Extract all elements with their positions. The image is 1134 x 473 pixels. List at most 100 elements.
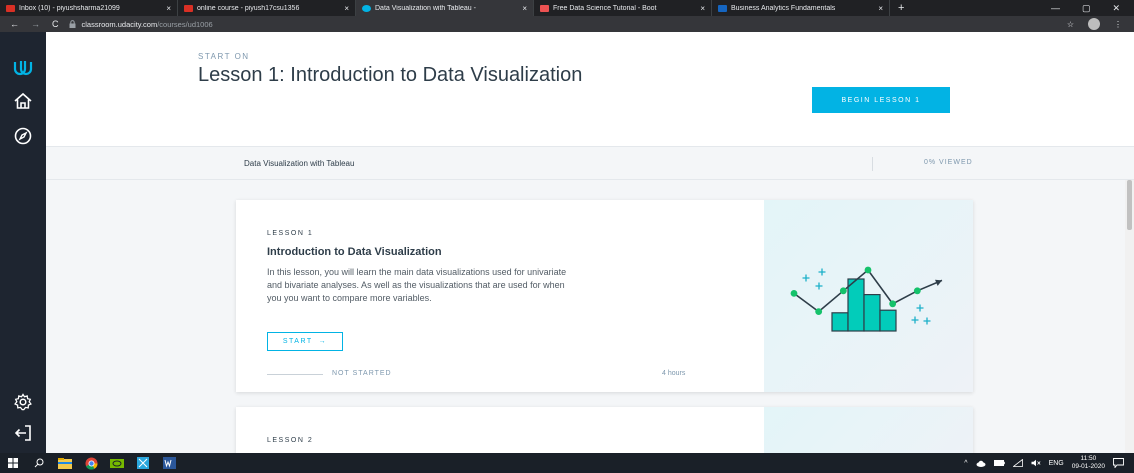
- close-window-button[interactable]: ✕: [1112, 3, 1120, 14]
- sparkle-plus-icon: [911, 316, 919, 324]
- chart-bar: [831, 312, 849, 332]
- lesson-illustration: [764, 200, 973, 392]
- chart-bar: [879, 309, 897, 332]
- windows-taskbar: ^ ENG 11:50 09-01-2020: [0, 453, 1134, 473]
- lesson-illustration: [764, 407, 973, 453]
- lesson-description-line: and bivariate analyses. As well as the v…: [267, 280, 565, 290]
- page-title: Lesson 1: Introduction to Data Visualiza…: [198, 64, 583, 86]
- settings-gear-icon[interactable]: [0, 392, 46, 412]
- gmail-icon: [184, 4, 193, 12]
- minimize-button[interactable]: —: [1051, 3, 1060, 13]
- trend-point: [839, 287, 847, 295]
- lesson-number: LESSON 2: [267, 437, 314, 444]
- screen: Inbox (10) - piyushsharma21099 × online …: [0, 0, 1134, 473]
- url-path: /courses/ud1006: [157, 19, 213, 29]
- bookmark-star-icon[interactable]: ☆: [1067, 20, 1074, 29]
- system-tray: ^ ENG 11:50 09-01-2020: [964, 455, 1134, 471]
- search-icon[interactable]: [26, 453, 52, 473]
- start-lesson-button[interactable]: START →: [267, 332, 343, 351]
- clock-time: 11:50: [1080, 455, 1097, 462]
- tab-title: online course - piyush17csu1356: [197, 4, 300, 12]
- sparkle-plus-icon: [818, 268, 826, 276]
- file-explorer-icon[interactable]: [52, 453, 78, 473]
- sparkle-plus-icon: [923, 317, 931, 325]
- tab-title: Business Analytics Fundamentals: [731, 4, 836, 12]
- course-name[interactable]: Data Visualization with Tableau: [244, 159, 354, 168]
- browser-tab-strip: Inbox (10) - piyushsharma21099 × online …: [0, 0, 1134, 16]
- chart-bar: [847, 278, 865, 332]
- udacity-logo-icon[interactable]: [0, 58, 46, 78]
- notifications-icon[interactable]: [1113, 458, 1124, 468]
- close-tab-icon[interactable]: ×: [166, 4, 171, 13]
- browser-tab-business-analytics[interactable]: Business Analytics Fundamentals ×: [712, 0, 890, 16]
- tab-title: Data Visualization with Tableau -: [375, 4, 476, 12]
- window-controls: — ▢ ✕: [1051, 0, 1134, 16]
- arrow-right-icon: →: [318, 338, 328, 345]
- lesson-description-line: you you want to compare more variables.: [267, 293, 432, 303]
- home-icon[interactable]: [0, 92, 46, 110]
- cloud-icon[interactable]: [976, 460, 986, 467]
- chrome-icon[interactable]: [78, 453, 104, 473]
- speaker-muted-icon[interactable]: [1031, 459, 1041, 467]
- word-icon[interactable]: [156, 453, 182, 473]
- begin-lesson-button[interactable]: BEGIN LESSON 1: [812, 87, 950, 113]
- chart-bar: [863, 293, 881, 332]
- address-bar[interactable]: classroom.udacity.com/courses/ud1006: [69, 20, 213, 29]
- lesson-duration: 4 hours: [662, 370, 686, 377]
- compass-icon[interactable]: [0, 126, 46, 146]
- forward-button[interactable]: →: [31, 19, 40, 29]
- data-visualization-illustration: [790, 266, 943, 332]
- input-language[interactable]: ENG: [1049, 460, 1064, 467]
- taskbar-clock[interactable]: 11:50 09-01-2020: [1072, 455, 1105, 471]
- subbar-divider: [872, 157, 873, 171]
- tab-title: Inbox (10) - piyushsharma21099: [19, 4, 120, 12]
- nav-buttons: ← → C: [0, 19, 69, 29]
- close-tab-icon[interactable]: ×: [522, 4, 527, 13]
- viewed-progress: 0% VIEWED: [924, 159, 973, 166]
- edx-icon: [718, 4, 727, 12]
- reload-button[interactable]: C: [52, 19, 59, 29]
- profile-avatar[interactable]: [1088, 18, 1100, 30]
- logout-icon[interactable]: [0, 424, 46, 442]
- tab-title: Free Data Science Tutorial - Boot: [553, 4, 657, 12]
- new-tab-button[interactable]: +: [890, 0, 912, 16]
- wifi-icon[interactable]: [1012, 459, 1023, 467]
- page-scrollbar[interactable]: [1125, 180, 1134, 453]
- browser-tab-udacity[interactable]: Data Visualization with Tableau - ×: [356, 0, 534, 16]
- close-tab-icon[interactable]: ×: [344, 4, 349, 13]
- lesson-list: LESSON 1 Introduction to Data Visualizat…: [46, 180, 1134, 453]
- snip-tool-icon[interactable]: [130, 453, 156, 473]
- url-host: classroom.udacity.com: [81, 19, 158, 29]
- windows-start-icon[interactable]: [0, 453, 26, 473]
- toolbar-right: ☆ ⋮: [1067, 18, 1134, 30]
- lesson-card: LESSON 1 Introduction to Data Visualizat…: [236, 200, 973, 392]
- lesson-description: In this lesson, you will learn the main …: [267, 266, 707, 305]
- lesson-status: NOT STARTED: [332, 370, 392, 377]
- trend-point: [790, 290, 798, 297]
- lock-icon: [69, 20, 75, 28]
- back-button[interactable]: ←: [10, 19, 19, 29]
- start-label: START: [282, 338, 313, 345]
- trend-point: [889, 300, 897, 308]
- sparkle-plus-icon: [916, 304, 924, 312]
- close-tab-icon[interactable]: ×: [878, 4, 883, 13]
- start-on-label: START ON: [198, 52, 250, 61]
- classroom-sidebar: [0, 32, 46, 453]
- lesson-header: [46, 32, 1134, 146]
- lesson-number: LESSON 1: [267, 230, 314, 237]
- browser-tab-bootcamp[interactable]: Free Data Science Tutorial - Boot ×: [534, 0, 712, 16]
- maximize-button[interactable]: ▢: [1082, 3, 1091, 14]
- course-subbar: Data Visualization with Tableau 0% VIEWE…: [46, 146, 1134, 180]
- chevron-up-icon[interactable]: ^: [964, 460, 967, 467]
- sparkle-plus-icon: [815, 282, 823, 290]
- scrollbar-thumb[interactable]: [1127, 180, 1132, 230]
- trend-point: [913, 287, 921, 295]
- browser-tab-gmail-inbox[interactable]: Inbox (10) - piyushsharma21099 ×: [0, 0, 178, 16]
- udacity-icon: [362, 4, 371, 12]
- lesson-title: Introduction to Data Visualization: [267, 246, 442, 258]
- browser-tab-gmail-course[interactable]: online course - piyush17csu1356 ×: [178, 0, 356, 16]
- battery-icon[interactable]: [993, 460, 1005, 466]
- nvidia-icon[interactable]: [104, 453, 130, 473]
- chrome-menu-icon[interactable]: ⋮: [1114, 20, 1122, 29]
- close-tab-icon[interactable]: ×: [700, 4, 705, 13]
